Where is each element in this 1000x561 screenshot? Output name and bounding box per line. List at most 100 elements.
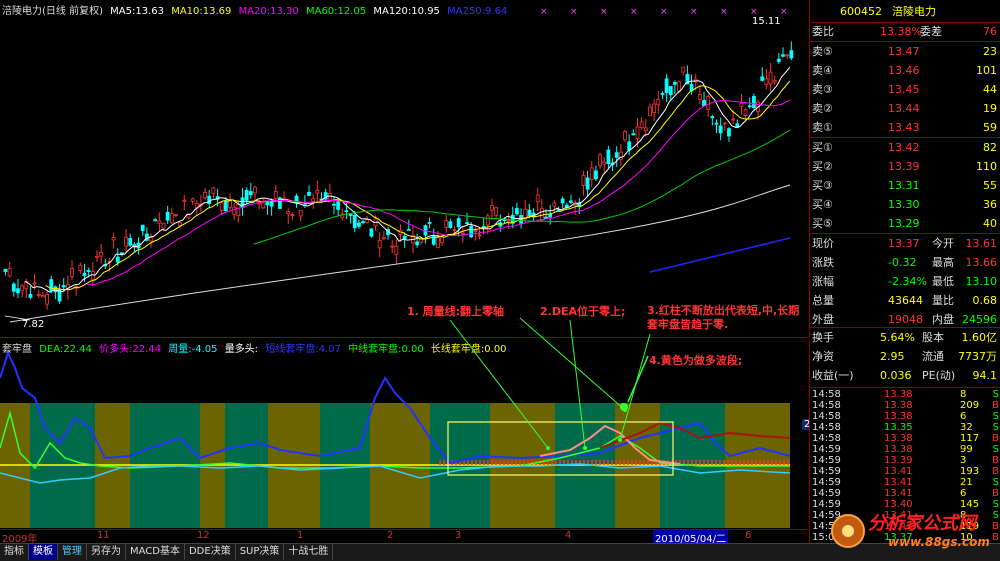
tick-price: 13.41 xyxy=(884,477,913,488)
stats-row: 总量 43644 量比 0.68 xyxy=(810,291,1000,310)
candle-body xyxy=(82,272,87,276)
tick-price: 13.38 xyxy=(884,433,913,444)
candle-body xyxy=(90,271,95,281)
candle-body xyxy=(332,203,336,206)
candle-body xyxy=(448,221,453,228)
stat-label: 最低 xyxy=(932,275,954,288)
candle-body xyxy=(219,202,224,211)
tab-sup[interactable]: SUP决策 xyxy=(236,544,285,560)
tab-shizhan[interactable]: 十战七胜 xyxy=(284,544,334,560)
ma120-label: MA120:10.95 xyxy=(373,6,440,17)
x-label-4: 4 xyxy=(565,530,572,541)
tick-volume: 117 xyxy=(960,433,980,444)
candle-body xyxy=(477,234,482,237)
tick-volume: 21 xyxy=(960,477,973,488)
stat-label: 涨幅 xyxy=(812,275,834,288)
ma-line xyxy=(253,129,791,245)
tick-row: 14:59 13.41 6 B xyxy=(810,488,1000,499)
candle-body xyxy=(548,214,553,218)
stock-name: 涪陵电力 xyxy=(892,5,936,18)
candle-body xyxy=(174,214,178,216)
stat-value: 13.37 xyxy=(888,237,920,250)
ask-price: 13.43 xyxy=(888,121,920,134)
x-label-11: 11 xyxy=(97,530,110,541)
candle-body xyxy=(20,285,25,292)
candle-body xyxy=(768,71,773,85)
candle-body xyxy=(361,221,365,224)
stat-label: 今开 xyxy=(932,237,954,250)
candle-body xyxy=(357,222,361,227)
ask-volume: 44 xyxy=(983,83,997,96)
candle-body xyxy=(169,213,174,224)
ask-label: 卖③ xyxy=(812,83,833,96)
candle-body xyxy=(739,102,744,107)
candle-body xyxy=(161,222,166,229)
tick-row: 14:58 13.38 6 S xyxy=(810,411,1000,422)
tab-manage[interactable]: 管理 xyxy=(58,544,87,560)
ind-weekvol-label: 周量:-4.05 xyxy=(168,344,218,355)
stats2-row: 换手 5.64% 股本 1.60亿 xyxy=(810,328,1000,347)
low-price-label: 7.82 xyxy=(22,319,45,330)
x-label-2: 2 xyxy=(387,530,394,541)
ma-line xyxy=(45,80,791,290)
tab-save-as[interactable]: 另存为 xyxy=(87,544,126,560)
tick-time: 14:59 xyxy=(812,477,841,488)
candle-body xyxy=(257,202,262,205)
ma-line xyxy=(24,66,791,293)
candle-body xyxy=(618,151,623,161)
stat-label: 涨跌 xyxy=(812,256,834,269)
candle-body xyxy=(11,283,16,292)
tick-time: 14:58 xyxy=(812,411,841,422)
stock-code: 600452 xyxy=(840,5,882,18)
stat-value: 2.95 xyxy=(880,350,905,363)
tab-dde[interactable]: DDE决策 xyxy=(185,544,236,560)
tick-price: 13.38 xyxy=(884,444,913,455)
candle-body xyxy=(336,201,341,210)
candle-body xyxy=(706,96,711,110)
watermark-url: www.88gs.com xyxy=(888,535,990,549)
tick-volume: 193 xyxy=(960,466,980,477)
candle-body xyxy=(3,268,8,273)
candle-body xyxy=(49,279,54,292)
tick-side: S xyxy=(992,422,999,433)
ask-price: 13.44 xyxy=(888,102,920,115)
candle-body xyxy=(589,167,594,180)
candle-body xyxy=(718,125,723,134)
tick-price: 13.41 xyxy=(884,466,913,477)
signal-marker: × xyxy=(660,7,668,17)
indicator-pane[interactable]: 套牢盘 DEA:22.44 价多头:22.44 周量:-4.05 量多头: 短线… xyxy=(0,338,847,528)
bid-price: 13.42 xyxy=(888,141,920,154)
bid-price: 13.30 xyxy=(888,198,920,211)
candle-body xyxy=(149,237,153,242)
candle-body xyxy=(286,211,291,215)
tick-time: 14:58 xyxy=(812,400,841,411)
tab-macd[interactable]: MACD基本 xyxy=(126,544,185,560)
tick-volume: 6 xyxy=(960,488,967,499)
candle-body xyxy=(539,208,544,221)
annotation-4: 4.黄色为做多波段; xyxy=(649,354,743,367)
candle-body xyxy=(747,105,752,108)
candle-body xyxy=(664,78,669,93)
candle-body xyxy=(515,208,519,215)
tab-template[interactable]: 模板 xyxy=(29,544,58,560)
candle-body xyxy=(290,214,295,216)
stock-header: 600452 涪陵电力 xyxy=(810,2,1000,21)
candle-body xyxy=(752,96,756,109)
tab-indicator[interactable]: 指标 xyxy=(0,544,29,560)
candle-body xyxy=(390,245,395,248)
candle-body xyxy=(236,204,241,216)
stat-value: 94.1 xyxy=(972,369,998,382)
candle-body xyxy=(153,219,158,222)
stats2-row: 收益(一) 0.036 PE(动) 94.1 xyxy=(810,366,1000,385)
candle-body xyxy=(115,256,120,263)
candle-body xyxy=(377,240,382,249)
tick-row: 14:58 13.38 209 B xyxy=(810,400,1000,411)
candle-body xyxy=(344,210,349,213)
kline-chart-pane[interactable]: × × × × × × × × × 涪陵电力(日线 前复权) MA5:13.63 MA10:13… xyxy=(0,0,844,338)
candle-body xyxy=(440,236,444,244)
ask-label: 卖① xyxy=(812,121,833,134)
candle-body xyxy=(485,215,490,226)
candle-body xyxy=(124,236,128,247)
ask-row: 卖② 13.44 19 xyxy=(810,99,1000,118)
weicha-label: 委差 xyxy=(920,25,942,38)
